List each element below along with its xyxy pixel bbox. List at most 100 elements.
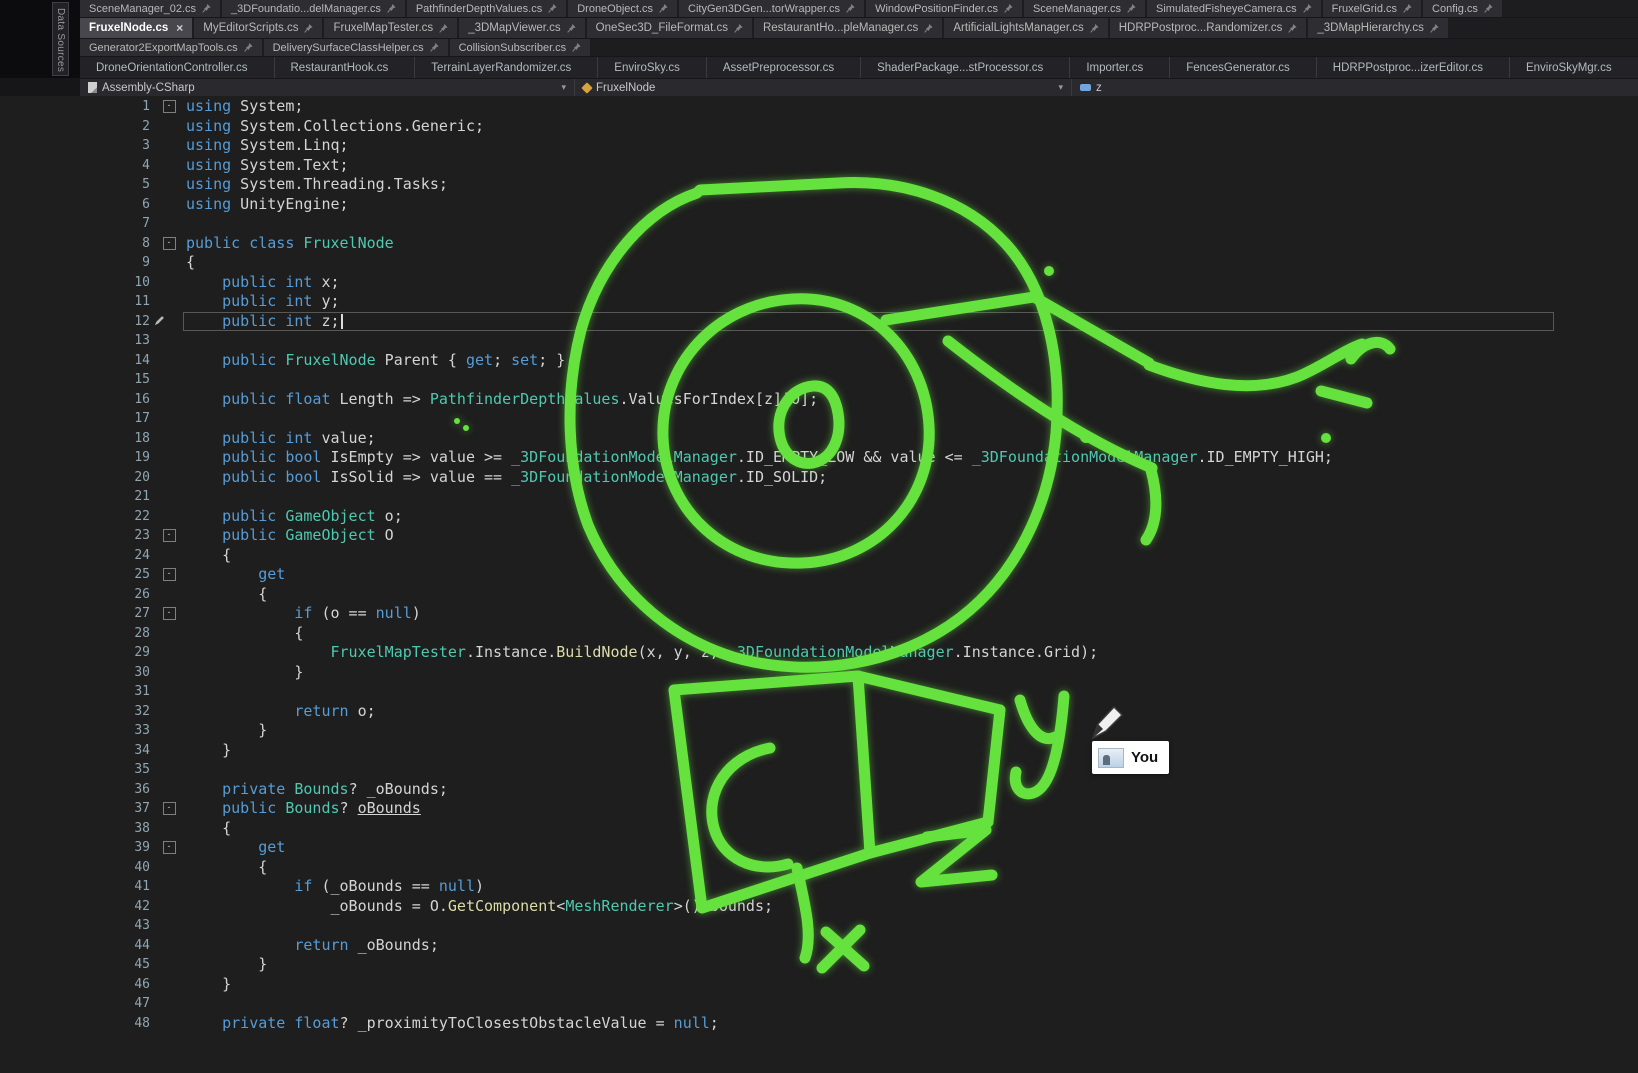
file-tab[interactable]: SimulatedFisheyeCamera.cs — [1147, 0, 1321, 17]
line-number[interactable]: 36 — [0, 780, 152, 800]
file-tab[interactable]: SceneManager_02.cs — [80, 0, 220, 17]
code-line[interactable]: 17 — [0, 409, 1638, 429]
file-tab[interactable]: FruxelMapTester.cs — [324, 18, 457, 38]
file-tab-active[interactable]: FruxelNode.cs× — [80, 18, 192, 38]
file-tab[interactable]: Generator2ExportMapTools.cs — [80, 39, 262, 56]
line-number[interactable]: 6 — [0, 195, 152, 215]
code-line[interactable]: 40 { — [0, 858, 1638, 878]
line-number[interactable]: 30 — [0, 663, 152, 683]
code-line[interactable]: 3using System.Linq; — [0, 136, 1638, 156]
code-line[interactable]: 4using System.Text; — [0, 156, 1638, 176]
code-line[interactable]: 20 public bool IsSolid => value == _3DFo… — [0, 468, 1638, 488]
line-number[interactable]: 46 — [0, 975, 152, 995]
code-line[interactable]: 14 public FruxelNode Parent { get; set; … — [0, 351, 1638, 371]
code-line[interactable]: 28 { — [0, 624, 1638, 644]
line-number[interactable]: 37 — [0, 799, 152, 819]
file-tab[interactable]: MyEditorScripts.cs — [194, 18, 322, 38]
file-tab[interactable]: RestaurantHook.cs — [275, 57, 416, 78]
line-number[interactable]: 38 — [0, 819, 152, 839]
code-line[interactable]: 31 — [0, 682, 1638, 702]
file-tab[interactable]: DroneOrientationController.cs — [80, 57, 275, 78]
code-line[interactable]: 42 _oBounds = O.GetComponent<MeshRendere… — [0, 897, 1638, 917]
line-number[interactable]: 9 — [0, 253, 152, 273]
line-number[interactable]: 18 — [0, 429, 152, 449]
file-tab[interactable]: Importer.cs — [1070, 57, 1170, 78]
code-line[interactable]: 19 public bool IsEmpty => value >= _3DFo… — [0, 448, 1638, 468]
close-icon[interactable]: × — [176, 22, 183, 34]
line-number[interactable]: 33 — [0, 721, 152, 741]
line-number[interactable]: 12 — [0, 312, 152, 332]
file-tab[interactable]: ArtificialLightsManager.cs — [944, 18, 1107, 38]
line-number[interactable]: 17 — [0, 409, 152, 429]
type-dropdown[interactable]: FruxelNode ▾ — [575, 79, 1072, 96]
code-line[interactable]: 34 } — [0, 741, 1638, 761]
code-line[interactable]: 30 } — [0, 663, 1638, 683]
code-line[interactable]: 13 — [0, 331, 1638, 351]
file-tab[interactable]: _3DMapViewer.cs — [459, 18, 584, 38]
line-number[interactable]: 25 — [0, 565, 152, 585]
line-number[interactable]: 35 — [0, 760, 152, 780]
code-line[interactable]: 32 return o; — [0, 702, 1638, 722]
code-line[interactable]: 11 public int y; — [0, 292, 1638, 312]
line-number[interactable]: 44 — [0, 936, 152, 956]
code-line[interactable]: 45 } — [0, 955, 1638, 975]
file-tab[interactable]: EnviroSkyMgr.cs — [1510, 57, 1638, 78]
line-number[interactable]: 1 — [0, 97, 152, 117]
data-sources-dock-tab[interactable]: Data Sources — [52, 2, 69, 76]
line-number[interactable]: 28 — [0, 624, 152, 644]
code-line[interactable]: 43 — [0, 916, 1638, 936]
code-line[interactable]: 41 if (_oBounds == null) — [0, 877, 1638, 897]
file-tab[interactable]: SceneManager.cs — [1024, 0, 1145, 17]
code-line[interactable]: 44 return _oBounds; — [0, 936, 1638, 956]
line-number[interactable]: 34 — [0, 741, 152, 761]
code-line[interactable]: 7 — [0, 214, 1638, 234]
file-tab[interactable]: CityGen3DGen...torWrapper.cs — [679, 0, 864, 17]
code-line[interactable]: 35 — [0, 760, 1638, 780]
code-line[interactable]: 25- get — [0, 565, 1638, 585]
line-number[interactable]: 11 — [0, 292, 152, 312]
line-number[interactable]: 19 — [0, 448, 152, 468]
line-number[interactable]: 40 — [0, 858, 152, 878]
line-number[interactable]: 24 — [0, 546, 152, 566]
project-dropdown[interactable]: Assembly-CSharp ▾ — [80, 79, 575, 96]
line-number[interactable]: 20 — [0, 468, 152, 488]
code-line[interactable]: 9{ — [0, 253, 1638, 273]
line-number[interactable]: 14 — [0, 351, 152, 371]
fold-collapse-icon[interactable]: - — [163, 802, 176, 815]
line-number[interactable]: 22 — [0, 507, 152, 527]
line-number[interactable]: 10 — [0, 273, 152, 293]
code-line[interactable]: 27- if (o == null) — [0, 604, 1638, 624]
file-tab[interactable]: OneSec3D_FileFormat.cs — [587, 18, 752, 38]
code-line[interactable]: 23- public GameObject O — [0, 526, 1638, 546]
line-number[interactable]: 41 — [0, 877, 152, 897]
code-line[interactable]: 1-using System; — [0, 97, 1638, 117]
file-tab[interactable]: ShaderPackage...stProcessor.cs — [861, 57, 1070, 78]
code-line[interactable]: 12 public int z; — [0, 312, 1638, 332]
code-line[interactable]: 22 public GameObject o; — [0, 507, 1638, 527]
file-tab[interactable]: Config.cs — [1423, 0, 1502, 17]
line-number[interactable]: 47 — [0, 994, 152, 1014]
file-tab[interactable]: FruxelGrid.cs — [1323, 0, 1421, 17]
file-tab[interactable]: AssetPreprocessor.cs — [707, 57, 861, 78]
file-tab[interactable]: HDRPPostproc...Randomizer.cs — [1110, 18, 1307, 38]
code-line[interactable]: 8-public class FruxelNode — [0, 234, 1638, 254]
line-number[interactable]: 13 — [0, 331, 152, 351]
line-number[interactable]: 15 — [0, 370, 152, 390]
code-line[interactable]: 47 — [0, 994, 1638, 1014]
file-tab[interactable]: TerrainLayerRandomizer.cs — [415, 57, 598, 78]
code-line[interactable]: 26 { — [0, 585, 1638, 605]
code-line[interactable]: 46 } — [0, 975, 1638, 995]
code-line[interactable]: 36 private Bounds? _oBounds; — [0, 780, 1638, 800]
file-tab[interactable]: PathfinderDepthValues.cs — [407, 0, 566, 17]
line-number[interactable]: 43 — [0, 916, 152, 936]
line-number[interactable]: 27 — [0, 604, 152, 624]
line-number[interactable]: 31 — [0, 682, 152, 702]
line-number[interactable]: 32 — [0, 702, 152, 722]
line-number[interactable]: 45 — [0, 955, 152, 975]
code-line[interactable]: 37- public Bounds? oBounds — [0, 799, 1638, 819]
line-number[interactable]: 39 — [0, 838, 152, 858]
line-number[interactable]: 16 — [0, 390, 152, 410]
file-tab[interactable]: DroneObject.cs — [568, 0, 677, 17]
file-tab[interactable]: HDRPPostproc...izerEditor.cs — [1317, 57, 1510, 78]
line-number[interactable]: 29 — [0, 643, 152, 663]
